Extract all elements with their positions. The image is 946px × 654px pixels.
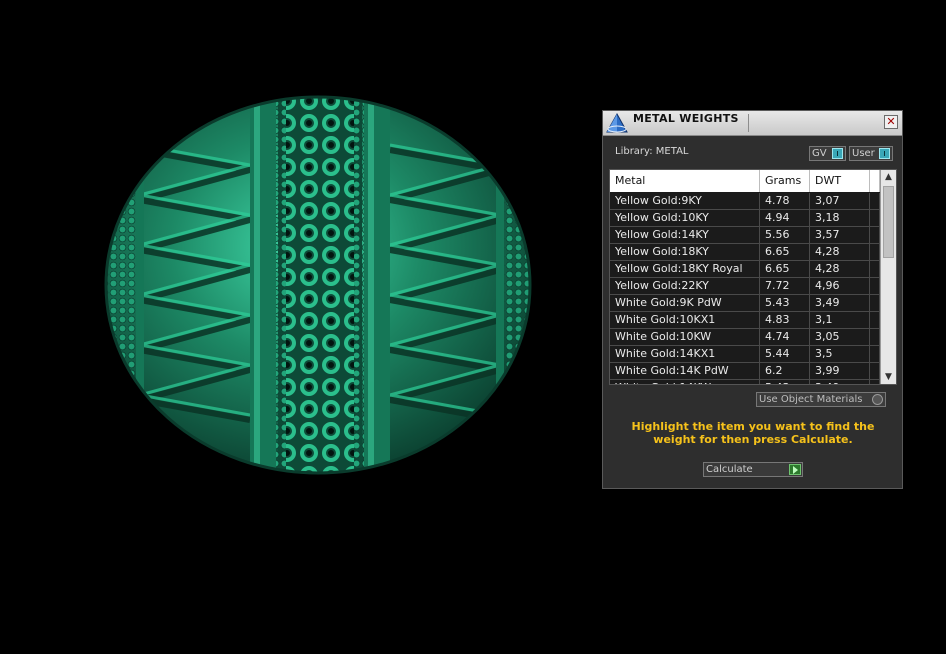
- cell-metal: Yellow Gold:18KY Royal: [610, 261, 760, 278]
- cell-spacer: [870, 193, 880, 210]
- table-row[interactable]: Yellow Gold:9KY 4.78 3,07: [610, 193, 880, 210]
- cell-grams: 7.72: [760, 278, 810, 295]
- calculate-label: Calculate: [706, 464, 753, 475]
- cell-spacer: [870, 261, 880, 278]
- cell-metal: White Gold:10KW: [610, 329, 760, 346]
- table-row[interactable]: Yellow Gold:10KY 4.94 3,18: [610, 210, 880, 227]
- radio-toggle-icon: [872, 394, 883, 405]
- toggle-knob-icon: [879, 148, 890, 159]
- cell-dwt: 3,5: [810, 346, 870, 363]
- table-row[interactable]: Yellow Gold:22KY 7.72 4,96: [610, 278, 880, 295]
- chevron-up-icon[interactable]: ▲: [881, 170, 896, 184]
- cell-dwt: 3,07: [810, 193, 870, 210]
- cell-spacer: [870, 244, 880, 261]
- calculate-button[interactable]: Calculate: [703, 462, 803, 477]
- table-row[interactable]: White Gold:14KW5.433,49: [610, 380, 880, 384]
- cell-grams: 4.83: [760, 312, 810, 329]
- cell-metal: White Gold:14K PdW: [610, 363, 760, 380]
- close-icon[interactable]: ✕: [884, 115, 898, 129]
- cell-metal: Yellow Gold:18KY: [610, 244, 760, 261]
- cell-grams: 4.74: [760, 329, 810, 346]
- cell-spacer: [870, 278, 880, 295]
- cell-dwt: 3,57: [810, 227, 870, 244]
- user-toggle[interactable]: User: [849, 146, 893, 161]
- cell-dwt: 3,49: [810, 295, 870, 312]
- cell-dwt: 3,99: [810, 363, 870, 380]
- column-header-metal[interactable]: Metal: [610, 170, 760, 192]
- cell-spacer: [870, 329, 880, 346]
- toggle-knob-icon: [832, 148, 843, 159]
- metal-table: Metal Grams DWT Yellow Gold:9KY 4.78 3,07 Y…: [609, 169, 897, 385]
- cell-dwt: 3,18: [810, 210, 870, 227]
- table-row[interactable]: Yellow Gold:14KY 5.56 3,57: [610, 227, 880, 244]
- cell-spacer: [870, 312, 880, 329]
- cell-grams: 6.65: [760, 244, 810, 261]
- cell-grams: 5.43: [760, 380, 810, 384]
- table-scrollbar[interactable]: ▲ ▼: [880, 170, 896, 384]
- panel-title: METAL WEIGHTS: [633, 112, 739, 125]
- chevron-down-icon[interactable]: ▼: [881, 370, 896, 384]
- cell-grams: 4.94: [760, 210, 810, 227]
- cell-dwt: 3,05: [810, 329, 870, 346]
- cell-dwt: 4,28: [810, 261, 870, 278]
- table-row[interactable]: White Gold:14KX1 5.44 3,5: [610, 346, 880, 363]
- cell-grams: 6.2: [760, 363, 810, 380]
- cell-spacer: [870, 210, 880, 227]
- use-object-materials-label: Use Object Materials: [759, 394, 863, 405]
- library-label: Library: METAL: [615, 146, 689, 157]
- cell-spacer: [870, 346, 880, 363]
- ring-3d-model[interactable]: [100, 90, 540, 480]
- cell-metal: White Gold:9K PdW: [610, 295, 760, 312]
- use-object-materials-toggle[interactable]: Use Object Materials: [756, 392, 886, 407]
- table-row[interactable]: White Gold:9K PdW 5.43 3,49: [610, 295, 880, 312]
- cell-spacer: [870, 227, 880, 244]
- cell-grams: 6.65: [760, 261, 810, 278]
- scrollbar-thumb[interactable]: [883, 186, 894, 258]
- table-row[interactable]: Yellow Gold:18KY Royal 6.65 4,28: [610, 261, 880, 278]
- cell-dwt: 4,28: [810, 244, 870, 261]
- table-header: Metal Grams DWT: [610, 170, 880, 192]
- play-icon: [789, 464, 801, 475]
- cell-spacer: [870, 380, 880, 384]
- cell-metal: White Gold:14KW: [610, 380, 760, 384]
- cell-metal: Yellow Gold:10KY: [610, 210, 760, 227]
- metal-weights-panel: METAL WEIGHTS ✕ Library: METAL GV User M…: [602, 110, 903, 489]
- column-header-grams[interactable]: Grams: [760, 170, 810, 192]
- user-label: User: [852, 148, 875, 159]
- instruction-hint: Highlight the item you want to find the …: [631, 420, 875, 446]
- gv-toggle[interactable]: GV: [809, 146, 846, 161]
- cell-grams: 4.78: [760, 193, 810, 210]
- cell-grams: 5.43: [760, 295, 810, 312]
- cell-metal: Yellow Gold:22KY: [610, 278, 760, 295]
- gv-label: GV: [812, 148, 827, 159]
- table-body: Yellow Gold:9KY 4.78 3,07 Yellow Gold:10KY 4…: [610, 193, 880, 384]
- column-header-spacer: [870, 170, 880, 192]
- titlebar-divider: [748, 114, 749, 132]
- panel-titlebar[interactable]: METAL WEIGHTS ✕: [603, 111, 902, 136]
- cell-grams: 5.44: [760, 346, 810, 363]
- cell-spacer: [870, 295, 880, 312]
- column-header-dwt[interactable]: DWT: [810, 170, 870, 192]
- cell-grams: 5.56: [760, 227, 810, 244]
- table-row[interactable]: Yellow Gold:18KY 6.65 4,28: [610, 244, 880, 261]
- pyramid-logo-icon: [606, 112, 628, 133]
- cell-metal: White Gold:10KX1: [610, 312, 760, 329]
- cell-metal: Yellow Gold:14KY: [610, 227, 760, 244]
- cell-dwt: 3,49: [810, 380, 870, 384]
- table-row[interactable]: White Gold:10KX1 4.83 3,1: [610, 312, 880, 329]
- cell-metal: Yellow Gold:9KY: [610, 193, 760, 210]
- cell-spacer: [870, 363, 880, 380]
- cell-metal: White Gold:14KX1: [610, 346, 760, 363]
- table-row[interactable]: White Gold:14K PdW 6.2 3,99: [610, 363, 880, 380]
- table-row[interactable]: White Gold:10KW 4.74 3,05: [610, 329, 880, 346]
- cell-dwt: 3,1: [810, 312, 870, 329]
- cell-dwt: 4,96: [810, 278, 870, 295]
